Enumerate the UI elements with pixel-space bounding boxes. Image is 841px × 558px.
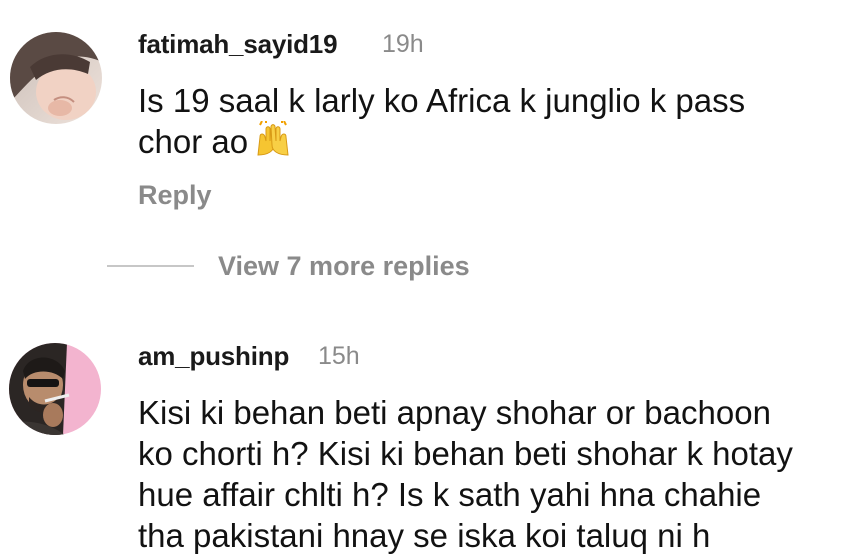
avatar[interactable] bbox=[9, 343, 101, 435]
comment-text: Is 19 saal k larly ko Africa k junglio k… bbox=[138, 80, 745, 166]
comment-timestamp: 15h bbox=[318, 342, 360, 370]
reply-button[interactable]: Reply bbox=[138, 180, 212, 211]
comment-username[interactable]: fatimah_sayid19 bbox=[138, 29, 338, 60]
comment-text-line: ko chorti h? Kisi ki behan beti shohar k… bbox=[138, 435, 793, 472]
comment-username[interactable]: am_pushinp bbox=[138, 341, 289, 372]
profile-photo-icon bbox=[10, 32, 102, 124]
raising-hands-emoji bbox=[254, 120, 292, 166]
replies-divider-line bbox=[107, 265, 194, 267]
view-more-replies-button[interactable]: View 7 more replies bbox=[107, 244, 470, 288]
profile-photo-icon bbox=[9, 343, 101, 435]
view-more-replies-label: View 7 more replies bbox=[218, 250, 470, 281]
avatar[interactable] bbox=[10, 32, 102, 124]
comment-text-line: chor ao bbox=[138, 120, 745, 166]
comment-text-line: hue affair chlti h? Is k sath yahi hna c… bbox=[138, 476, 762, 513]
comment-text-line: Kisi ki behan beti apnay shohar or bacho… bbox=[138, 394, 771, 431]
comment-text-line: Is 19 saal k larly ko Africa k junglio k… bbox=[138, 82, 746, 119]
comment-timestamp: 19h bbox=[382, 30, 424, 58]
comment-text-line-content: chor ao bbox=[138, 123, 249, 160]
comment-item: fatimah_sayid19 19h Is 19 saal k larly k… bbox=[0, 0, 841, 300]
comment-item: am_pushinp 15h Kisi ki behan beti apnay … bbox=[0, 300, 841, 558]
comment-text: Kisi ki behan beti apnay shohar or bacho… bbox=[138, 392, 793, 556]
comment-text-line: tha pakistani hnay se iska koi taluq ni … bbox=[138, 517, 711, 554]
